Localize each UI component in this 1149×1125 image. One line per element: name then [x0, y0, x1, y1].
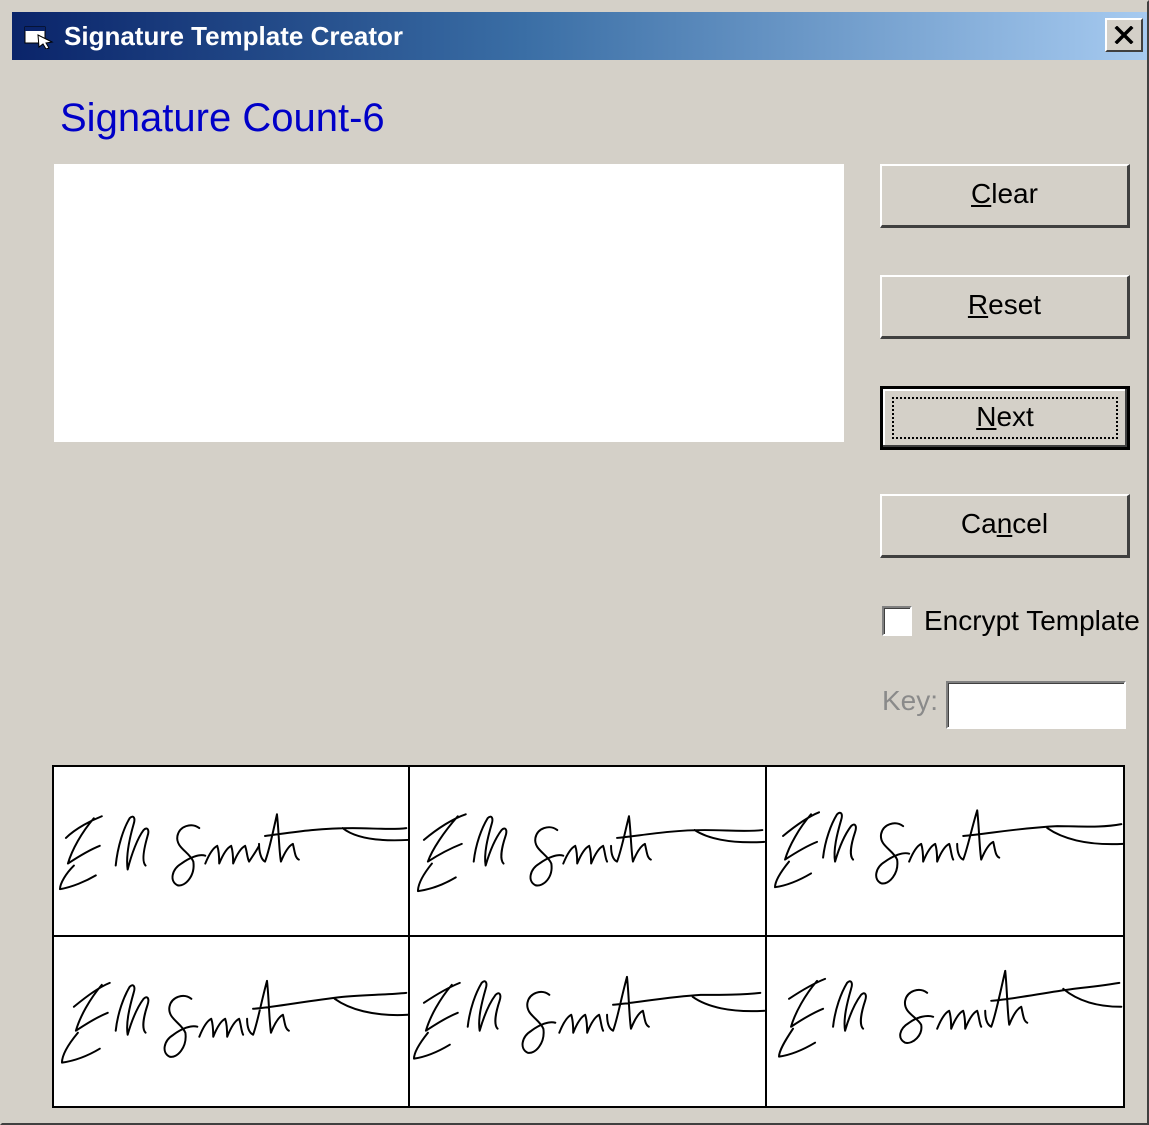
signature-drawing: [773, 809, 1123, 889]
signature-sample: [410, 936, 767, 1106]
encrypt-template-option[interactable]: Encrypt Template: [882, 604, 1144, 638]
signature-drawing: [777, 969, 1122, 1058]
close-button[interactable]: [1105, 18, 1143, 52]
signature-samples-grid: [52, 765, 1125, 1108]
signature-capture-pad[interactable]: [54, 164, 844, 442]
title-bar[interactable]: Signature Template Creator: [12, 12, 1147, 60]
signature-sample: [766, 767, 1123, 937]
next-button-label: Next: [976, 401, 1034, 432]
signature-count-label: Signature Count-6: [60, 96, 385, 140]
clear-button[interactable]: Clear: [880, 164, 1130, 228]
signature-drawing: [58, 813, 409, 891]
close-icon: [1114, 26, 1134, 44]
clear-button-label: Clear: [971, 178, 1038, 209]
signature-drawing: [413, 975, 765, 1060]
signature-drawing: [417, 813, 765, 893]
window-title: Signature Template Creator: [64, 21, 404, 51]
key-label: Key:: [882, 685, 939, 716]
signature-sample: [410, 767, 767, 937]
cancel-button[interactable]: Cancel: [880, 494, 1130, 558]
encrypt-template-label[interactable]: Encrypt Template: [924, 604, 1140, 638]
signature-drawing: [60, 979, 409, 1064]
signature-sample: [54, 767, 411, 937]
app-window-icon: [24, 26, 54, 49]
next-button[interactable]: Next: [880, 386, 1130, 450]
signature-template-creator-window: Signature Template Creator Signature Cou…: [0, 0, 1149, 1125]
encrypt-template-checkbox[interactable]: [882, 606, 912, 636]
signature-sample: [54, 936, 411, 1106]
key-input[interactable]: [946, 681, 1126, 729]
cancel-button-label: Cancel: [960, 508, 1049, 539]
reset-button[interactable]: Reset: [880, 275, 1130, 339]
signature-sample: [767, 937, 1123, 1107]
reset-button-label: Reset: [967, 289, 1042, 320]
